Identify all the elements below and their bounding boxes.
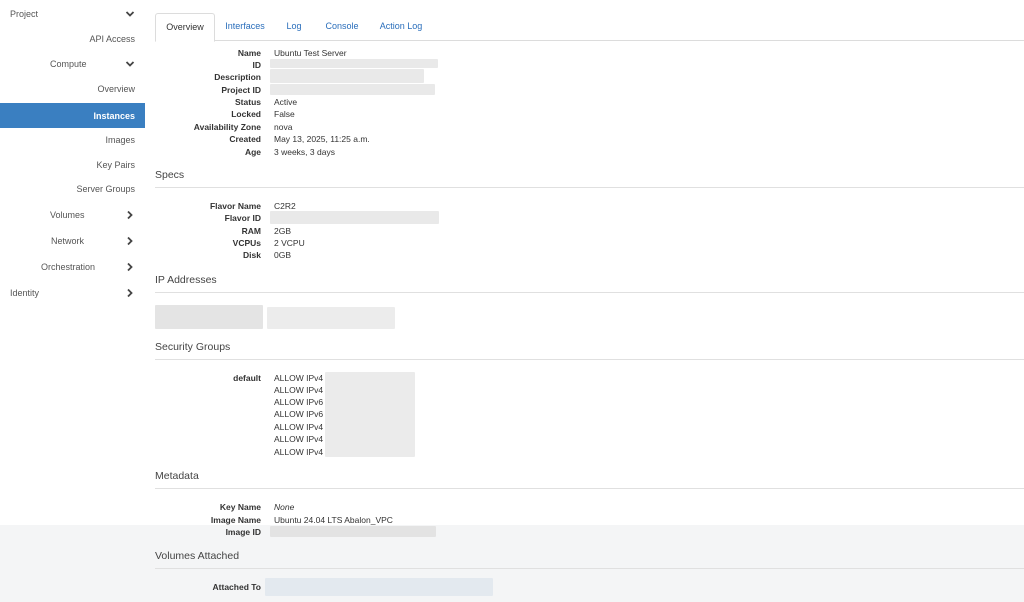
security-rule-text: ALLOW IPv4	[274, 422, 324, 432]
redacted-flavor-id	[270, 211, 439, 224]
redacted-ip-address	[267, 307, 395, 329]
divider	[155, 568, 1024, 569]
sidebar-item-label: Orchestration	[41, 262, 96, 272]
tab-interfaces[interactable]: Interfaces	[219, 13, 271, 39]
detail-label: ID	[252, 60, 262, 70]
section-title-metadata: Metadata	[155, 470, 199, 482]
security-rule-text: ALLOW IPv4	[274, 447, 324, 457]
sidebar-item-api-access[interactable]: API Access	[0, 27, 145, 51]
sidebar-item-network[interactable]: Network	[0, 229, 145, 253]
chevron-right-icon	[127, 210, 133, 220]
chevron-right-icon	[127, 236, 133, 246]
image-name-link[interactable]: Ubuntu 24.04 LTS Abalon_VPC	[274, 514, 393, 526]
created-value: May 13, 2025, 11:25 a.m.	[274, 134, 370, 144]
redacted-description	[270, 69, 424, 83]
sidebar-item-label: Instances	[93, 110, 135, 121]
redacted-project-id	[270, 84, 435, 95]
ram-value: 2GB	[274, 226, 292, 236]
sidebar-item-instances[interactable]: Instances	[0, 103, 145, 128]
detail-label: Project ID	[221, 85, 261, 95]
detail-label: Flavor ID	[224, 213, 261, 223]
redacted-image-id	[270, 526, 436, 537]
security-rule-text: ALLOW IPv6	[274, 409, 324, 419]
tab-action-log[interactable]: Action Log	[379, 13, 423, 39]
sidebar-item-label: API Access	[89, 34, 135, 44]
sidebar-item-label: Server Groups	[76, 184, 135, 194]
security-rule-text: ALLOW IPv6	[274, 397, 324, 407]
redacted-security-rules	[325, 372, 415, 457]
tab-bar: Overview Interfaces Log Console Action L…	[155, 13, 1024, 42]
detail-label: Description	[214, 72, 261, 82]
locked-value: False	[274, 109, 295, 119]
detail-label: Locked	[231, 109, 261, 119]
sidebar-item-project[interactable]: Project	[0, 2, 145, 26]
sidebar-item-key-pairs[interactable]: Key Pairs	[0, 153, 145, 177]
sidebar-item-overview[interactable]: Overview	[0, 77, 145, 101]
sidebar-item-compute[interactable]: Compute	[0, 52, 145, 76]
section-title-security-groups: Security Groups	[155, 341, 231, 353]
chevron-down-icon	[125, 61, 135, 67]
section-title-specs: Specs	[155, 169, 185, 181]
sidebar-item-label: Compute	[50, 59, 87, 69]
tab-console[interactable]: Console	[320, 13, 364, 39]
section-title-volumes-attached: Volumes Attached	[155, 550, 240, 562]
redacted-id	[270, 59, 438, 68]
availability-zone-value: nova	[274, 122, 293, 132]
detail-label: Availability Zone	[193, 122, 261, 132]
sidebar-item-orchestration[interactable]: Orchestration	[0, 255, 145, 279]
detail-label: VCPUs	[232, 238, 261, 248]
detail-label: Image Name	[210, 515, 261, 525]
sidebar-item-label: Identity	[10, 288, 40, 298]
detail-label: Status	[235, 97, 261, 107]
divider	[155, 292, 1024, 293]
divider	[155, 187, 1024, 188]
divider	[155, 359, 1024, 360]
main-content: Overview Interfaces Log Console Action L…	[145, 0, 1024, 602]
redacted-attached-volume	[265, 578, 493, 596]
disk-value: 0GB	[274, 250, 292, 260]
age-value: 3 weeks, 3 days	[274, 147, 335, 157]
chevron-right-icon	[127, 288, 133, 298]
detail-label: Image ID	[225, 527, 261, 537]
detail-label: Name	[237, 48, 261, 58]
tab-log[interactable]: Log	[282, 13, 306, 39]
sidebar: Project API Access Compute Overview Inst…	[0, 0, 145, 525]
section-title-ip-addresses: IP Addresses	[155, 274, 217, 286]
divider	[155, 488, 1024, 489]
sidebar-item-label: Key Pairs	[96, 160, 135, 170]
sidebar-item-images[interactable]: Images	[0, 128, 145, 152]
detail-label: Attached To	[212, 582, 261, 592]
tab-overview[interactable]: Overview	[155, 13, 215, 42]
sidebar-item-label: Volumes	[50, 210, 85, 220]
sidebar-item-label: Project	[10, 9, 39, 19]
detail-label: Disk	[243, 250, 261, 260]
detail-label: Age	[244, 147, 261, 157]
status-value: Active	[274, 97, 298, 107]
security-rule-text: ALLOW IPv4	[274, 434, 324, 444]
detail-label: RAM	[241, 226, 261, 236]
security-rule-text: ALLOW IPv4	[274, 373, 324, 383]
key-name-value: None	[274, 502, 295, 512]
vcpus-value: 2 VCPU	[274, 238, 305, 248]
detail-label: Created	[229, 134, 261, 144]
chevron-right-icon	[127, 262, 133, 272]
sidebar-item-identity[interactable]: Identity	[0, 281, 145, 305]
sidebar-item-label: Overview	[97, 84, 135, 94]
instance-name: Ubuntu Test Server	[274, 48, 347, 58]
sidebar-item-server-groups[interactable]: Server Groups	[0, 177, 145, 201]
redacted-ip-network	[155, 305, 263, 329]
sidebar-item-label: Images	[105, 135, 135, 145]
sidebar-item-label: Network	[51, 236, 85, 246]
security-rule-text: ALLOW IPv4	[274, 385, 324, 395]
security-group-name: default	[233, 373, 261, 383]
sidebar-item-volumes[interactable]: Volumes	[0, 203, 145, 227]
chevron-down-icon	[125, 11, 135, 17]
detail-label: Key Name	[219, 502, 261, 512]
detail-label: Flavor Name	[209, 201, 261, 211]
